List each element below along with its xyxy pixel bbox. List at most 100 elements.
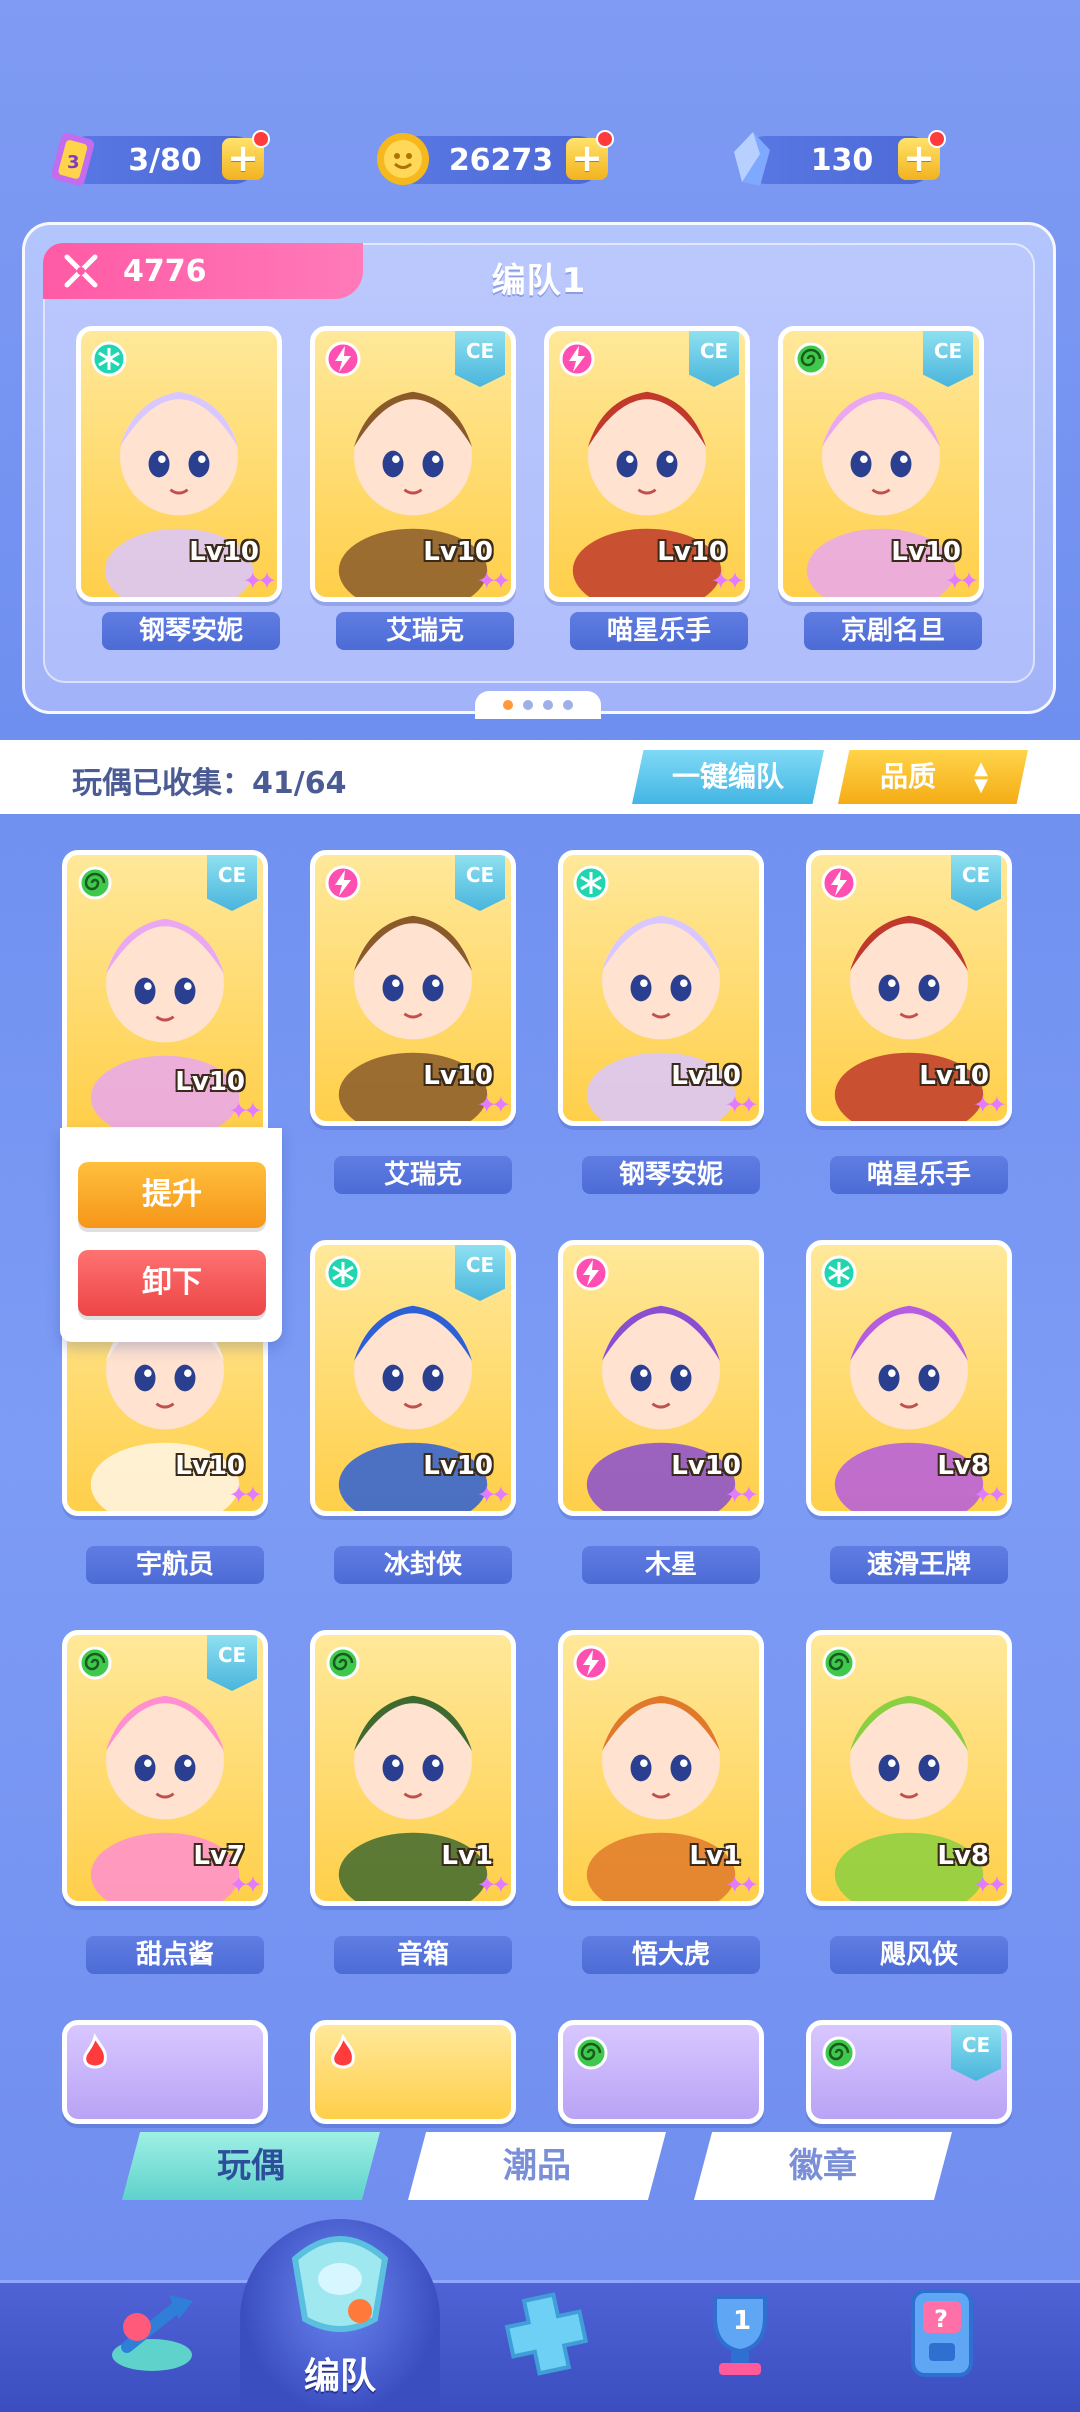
fire-icon xyxy=(331,2033,355,2069)
spiral-icon xyxy=(574,2036,608,2070)
lightning-icon xyxy=(573,1645,609,1681)
page-dot[interactable] xyxy=(503,700,513,710)
collection-card[interactable]: Lv10 ✦✦ xyxy=(558,1240,764,1516)
collection-card[interactable]: CE Lv10 ✦✦ xyxy=(806,850,1012,1126)
rank-stars-icon: ✦✦ xyxy=(228,1871,263,1899)
rank-stars-icon: ✦✦ xyxy=(228,1097,263,1125)
collection-card-name: 宇航员 xyxy=(86,1546,264,1584)
svg-text:3: 3 xyxy=(67,152,80,173)
tab-trendy-items[interactable]: 潮品 xyxy=(408,2132,666,2200)
nav-item-play[interactable] xyxy=(476,2263,606,2412)
coin-counter: 26273 + xyxy=(377,130,614,185)
card-level: Lv10 xyxy=(175,1067,245,1097)
collection-count: 玩偶已收集：41/64 xyxy=(72,766,347,801)
tab-badges[interactable]: 徽章 xyxy=(694,2132,952,2200)
nav-item-team[interactable]: 编队 xyxy=(240,2219,440,2412)
collection-card-partial[interactable] xyxy=(558,2020,764,2124)
energy-counter: 3 3/80 + xyxy=(51,130,270,186)
snowflake-icon xyxy=(325,1255,361,1291)
rank-stars-icon: ✦✦ xyxy=(944,567,979,595)
spiral-icon xyxy=(822,2036,856,2070)
collection-card-name: 冰封侠 xyxy=(334,1546,512,1584)
page-dot[interactable] xyxy=(563,700,573,710)
rank-stars-icon: ✦✦ xyxy=(724,1871,759,1899)
collection-card-partial[interactable] xyxy=(62,2020,268,2124)
card-level: Lv8 xyxy=(937,1841,989,1871)
rank-stars-icon: ✦✦ xyxy=(476,567,511,595)
snowflake-icon xyxy=(573,865,609,901)
rank-stars-icon: ✦✦ xyxy=(476,1871,511,1899)
card-level: Lv10 xyxy=(657,537,727,567)
lightning-icon xyxy=(559,341,595,377)
collection-card-partial[interactable]: CE xyxy=(806,2020,1012,2124)
collection-card-name: 悟大虎 xyxy=(582,1936,760,1974)
collection-card[interactable]: Lv8 ✦✦ xyxy=(806,1240,1012,1516)
gacha-machine-icon: ? xyxy=(911,2289,973,2377)
spiral-icon xyxy=(822,1646,856,1680)
spiral-icon xyxy=(78,1646,112,1680)
gem-counter: 130 + xyxy=(734,130,946,186)
card-level: Lv10 xyxy=(891,537,961,567)
page-dot[interactable] xyxy=(543,700,553,710)
team-slot-3[interactable]: CE Lv10 ✦✦ xyxy=(544,326,750,602)
card-level: Lv10 xyxy=(189,537,259,567)
team-member-name: 艾瑞克 xyxy=(336,612,514,650)
rank-stars-icon: ✦✦ xyxy=(242,567,277,595)
collection-card[interactable]: Lv8 ✦✦ xyxy=(806,1630,1012,1906)
card-level: Lv8 xyxy=(937,1451,989,1481)
team-slot-1[interactable]: Lv10 ✦✦ xyxy=(76,326,282,602)
collection-card[interactable]: Lv1 ✦✦ xyxy=(558,1630,764,1906)
collection-card-name: 钢琴安妮 xyxy=(582,1156,760,1194)
card-action-popup: 提升 卸下 xyxy=(60,1128,282,1342)
ce-badge-icon: CE xyxy=(951,2025,1001,2081)
ticket-icon: 3 xyxy=(51,133,95,186)
collection-card-name: 飓风侠 xyxy=(830,1936,1008,1974)
rank-stars-icon: ✦✦ xyxy=(724,1091,759,1119)
add-gems-button[interactable]: + xyxy=(898,130,946,180)
lightning-icon xyxy=(325,865,361,901)
rank-stars-icon: ✦✦ xyxy=(476,1091,511,1119)
team-title: 编队1 xyxy=(491,261,587,301)
card-level: Lv10 xyxy=(175,1451,245,1481)
team-slot-2[interactable]: CE Lv10 ✦✦ xyxy=(310,326,516,602)
collection-card-name: 木星 xyxy=(582,1546,760,1584)
nav-item-gacha[interactable]: ? xyxy=(872,2263,1002,2412)
collection-card[interactable]: CE Lv10 ✦✦ xyxy=(310,1240,516,1516)
card-level: Lv1 xyxy=(441,1841,493,1871)
collection-bar: 玩偶已收集：41/64 一键编队 品质 ▲ ▼ xyxy=(0,740,1080,814)
rank-stars-icon: ✦✦ xyxy=(710,567,745,595)
add-energy-button[interactable]: + xyxy=(222,130,270,180)
fire-icon xyxy=(83,2033,107,2069)
collection-card[interactable]: Lv10 ✦✦ xyxy=(558,850,764,1126)
spiral-icon xyxy=(78,866,112,900)
page-dot[interactable] xyxy=(523,700,533,710)
team-member-name: 京剧名旦 xyxy=(804,612,982,650)
coin-icon xyxy=(377,133,429,185)
collection-card-name: 音箱 xyxy=(334,1936,512,1974)
collection-card-name: 喵星乐手 xyxy=(830,1156,1008,1194)
collection-card[interactable]: Lv1 ✦✦ xyxy=(310,1630,516,1906)
upgrade-button[interactable]: 提升 xyxy=(78,1162,266,1228)
team-member-name: 钢琴安妮 xyxy=(102,612,280,650)
tab-dolls[interactable]: 玩偶 xyxy=(122,2132,380,2200)
snowflake-icon xyxy=(91,341,127,377)
rank-stars-icon: ✦✦ xyxy=(228,1481,263,1509)
lightning-icon xyxy=(573,1255,609,1291)
card-level: Lv10 xyxy=(671,1061,741,1091)
sort-arrows-icon: ▲ ▼ xyxy=(974,758,988,796)
remove-button[interactable]: 卸下 xyxy=(78,1250,266,1316)
quality-sort-button[interactable]: 品质 ▲ ▼ xyxy=(838,750,1028,804)
quality-sort-label: 品质 xyxy=(880,760,937,793)
nav-item-ranking[interactable]: 1 xyxy=(670,2263,800,2412)
collection-card[interactable]: CE Lv10 ✦✦ xyxy=(62,850,268,1132)
spiral-icon xyxy=(326,1646,360,1680)
rank-stars-icon: ✦✦ xyxy=(972,1091,1007,1119)
collection-card-partial[interactable] xyxy=(310,2020,516,2124)
nav-item-home[interactable] xyxy=(82,2263,212,2412)
collection-card[interactable]: CE Lv7 ✦✦ xyxy=(62,1630,268,1906)
one-click-team-button[interactable]: 一键编队 xyxy=(632,750,824,804)
team-slot-4[interactable]: CE Lv10 ✦✦ xyxy=(778,326,984,602)
spiral-icon xyxy=(794,342,828,376)
add-coins-button[interactable]: + xyxy=(566,130,614,180)
collection-card[interactable]: CE Lv10 ✦✦ xyxy=(310,850,516,1126)
